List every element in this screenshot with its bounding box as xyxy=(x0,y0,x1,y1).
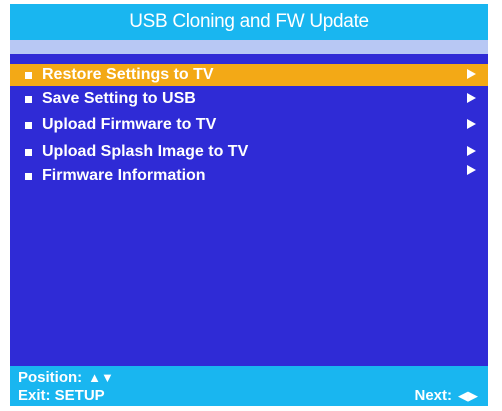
bullet-icon xyxy=(25,172,32,180)
osd-menu-window: USB Cloning and FW Update Restore Settin… xyxy=(10,4,488,406)
menu-item-label: Firmware Information xyxy=(42,167,206,184)
exit-hint: Exit: SETUP xyxy=(18,387,105,404)
menu-item-label: Upload Firmware to TV xyxy=(42,116,217,133)
arrow-right-icon xyxy=(467,69,476,79)
subheader-band xyxy=(10,40,488,54)
arrow-right-icon xyxy=(467,93,476,103)
menu-item-upload-splash[interactable]: Upload Splash Image to TV xyxy=(10,141,488,163)
menu-item-label: Restore Settings to TV xyxy=(42,66,214,83)
menu-item-firmware-information[interactable]: Firmware Information xyxy=(10,165,488,187)
bullet-icon xyxy=(25,121,32,129)
bullet-icon xyxy=(25,148,32,156)
bullet-icon xyxy=(25,71,32,79)
up-down-arrows-icon: ▲▼ xyxy=(88,370,114,385)
menu-title: USB Cloning and FW Update xyxy=(129,11,369,32)
menu-item-label: Upload Splash Image to TV xyxy=(42,143,249,160)
title-bar: USB Cloning and FW Update xyxy=(10,4,488,40)
arrow-right-icon xyxy=(467,146,476,156)
next-label: Next: xyxy=(414,387,452,404)
arrow-right-icon xyxy=(467,119,476,129)
menu-item-restore-settings[interactable]: Restore Settings to TV xyxy=(10,64,488,86)
bullet-icon xyxy=(25,95,32,103)
next-hint: Next: ◀▶ xyxy=(414,387,478,404)
left-right-arrows-icon: ◀▶ xyxy=(458,387,478,403)
position-label: Position: xyxy=(18,369,83,386)
menu-item-upload-firmware[interactable]: Upload Firmware to TV xyxy=(10,114,488,136)
position-hint: Position: ▲▼ xyxy=(18,369,114,386)
menu-item-save-setting[interactable]: Save Setting to USB xyxy=(10,88,488,110)
footer-bar: Position: ▲▼ Exit: SETUP Next: ◀▶ xyxy=(10,366,488,406)
menu-item-label: Save Setting to USB xyxy=(42,90,196,107)
exit-label: Exit: SETUP xyxy=(18,387,105,404)
arrow-right-icon xyxy=(467,165,476,175)
